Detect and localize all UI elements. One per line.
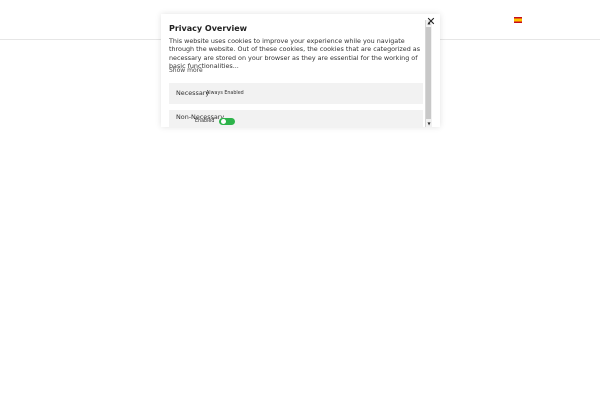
modal-description: This website uses cookies to improve you… bbox=[169, 37, 421, 70]
scroll-thumb[interactable] bbox=[426, 27, 431, 119]
scroll-down-arrow-icon[interactable]: ▼ bbox=[426, 121, 432, 127]
section-necessary[interactable]: Necessary Always Enabled bbox=[169, 83, 423, 104]
page: Privacy Overview This website uses cooki… bbox=[0, 0, 600, 400]
privacy-overview-modal: Privacy Overview This website uses cooki… bbox=[161, 14, 440, 127]
show-more-link[interactable]: Show more bbox=[169, 67, 203, 74]
section-non-necessary[interactable]: Non-Necessary Enabled bbox=[169, 110, 423, 127]
modal-scrollbar[interactable]: ▲ ▼ bbox=[425, 20, 432, 127]
toggle-knob bbox=[221, 119, 226, 124]
section-necessary-label: Necessary bbox=[176, 89, 210, 97]
section-non-necessary-status: Enabled bbox=[195, 119, 215, 124]
spain-flag-icon[interactable] bbox=[514, 17, 522, 23]
close-icon[interactable]: ✕ bbox=[425, 16, 437, 28]
modal-title: Privacy Overview bbox=[169, 24, 248, 33]
section-necessary-status: Always Enabled bbox=[206, 90, 244, 96]
modal-content: Privacy Overview This website uses cooki… bbox=[161, 14, 425, 127]
non-necessary-toggle[interactable] bbox=[219, 118, 235, 125]
